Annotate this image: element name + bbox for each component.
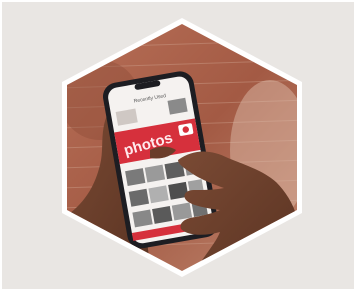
hexagon-photo: Recently Used photos <box>62 18 302 277</box>
illustration-stage: Recently Used photos <box>0 0 356 291</box>
